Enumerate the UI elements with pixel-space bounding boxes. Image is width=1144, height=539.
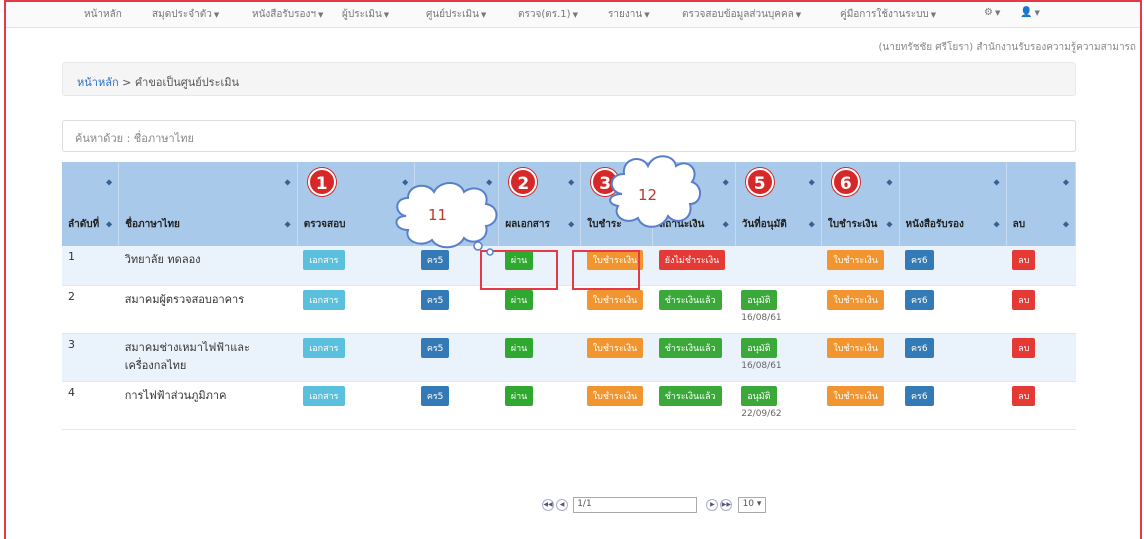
approve-button[interactable]: อนุมัติ [741, 289, 777, 310]
sort-icon[interactable]: ◆ [285, 178, 291, 187]
sort-icon[interactable]: ◆ [568, 178, 574, 187]
sort-icon[interactable]: ◆ [886, 178, 892, 187]
document-button[interactable]: เอกสาร [303, 385, 345, 406]
first-page-icon[interactable]: ◀◀ [542, 499, 554, 511]
pagination: ◀◀ ◀ 1/1 ▶ ▶▶ 10 ▾ [542, 497, 767, 513]
breadcrumb-home[interactable]: หน้าหลัก [77, 76, 119, 89]
next-page-icon[interactable]: ▶ [706, 499, 719, 511]
table-row: 4 การไฟฟ้าส่วนภูมิภาค เอกสาร คร5 ผ่าน ใบ… [62, 381, 1076, 430]
nav-assessors[interactable]: ผู้ประเมิน ▼ [342, 7, 389, 22]
table-row: 2 สมาคมผู้ตรวจสอบอาคาร เอกสาร คร5 ผ่าน ใ… [62, 285, 1076, 334]
user-icon[interactable]: 👤 ▼ [1020, 7, 1040, 18]
step-badge: 2 [509, 168, 538, 196]
pass-button[interactable]: ผ่าน [504, 337, 534, 358]
nav-manual[interactable]: คู่มือการใช้งานระบบ ▼ [840, 7, 936, 22]
kr5-button[interactable]: คร5 [420, 289, 450, 310]
approve-button[interactable]: อนุมัติ [741, 337, 777, 358]
header-delete[interactable]: ลบ ◆ [1006, 202, 1077, 246]
table-row: 3 สมาคมช่างเหมาไฟฟ้าและเครื่องกลไทย เอกส… [62, 333, 1076, 382]
callout-label: 11 [428, 206, 448, 224]
header-approve-date[interactable]: วันที่อนุมัติ ◆ [735, 202, 822, 246]
top-navbar: หน้าหลัก สมุดประจำตัว ▼ หนังสือรับรองฯ ▼ ผ… [6, 2, 1140, 28]
user-info: (นายทรัชชัย ศรีโยรา) สำนักงานรับรองความร… [878, 42, 1136, 53]
step-badge: 1 [307, 168, 336, 196]
bill-button[interactable]: ใบชำระเงิน [586, 385, 644, 406]
payment-status-button[interactable]: ชำระเงินแล้ว [658, 289, 722, 310]
payment-status-button[interactable]: ยังไม่ชำระเงิน [658, 250, 726, 270]
table-row: 1 วิทยาลัย ทดลอง เอกสาร คร5 ผ่าน ใบชำระเ… [62, 246, 1076, 286]
payment-slip-button[interactable]: ใบชำระเงิน [827, 385, 884, 406]
approve-date: 16/08/61 [741, 360, 782, 371]
header-certificate[interactable]: หนังสือรับรอง ◆ [899, 202, 1007, 246]
pass-button[interactable]: ผ่าน [504, 385, 534, 406]
nav-assessment-centers[interactable]: ศูนย์ประเมิน ▼ [426, 7, 486, 22]
header-payment-slip[interactable]: ใบชำระเงิน ◆ [821, 202, 900, 246]
breadcrumb: หน้าหลัก > คำขอเป็นศูนย์ประเมิน [62, 62, 1076, 96]
gear-icon[interactable]: ⚙ ▼ [984, 7, 1000, 18]
sort-icon[interactable]: ◆ [1063, 178, 1069, 187]
last-page-icon[interactable]: ▶▶ [720, 499, 733, 511]
sort-icon[interactable]: ◆ [809, 178, 815, 187]
search-input[interactable]: ค้นหาด้วย : ชื่อภาษาไทย [62, 120, 1076, 152]
breadcrumb-current: คำขอเป็นศูนย์ประเมิน [134, 76, 240, 89]
approve-date: 16/08/61 [741, 312, 782, 323]
document-button[interactable]: เอกสาร [303, 250, 345, 270]
payment-slip-button[interactable]: ใบชำระเงิน [827, 289, 884, 310]
sort-icon[interactable]: ◆ [106, 178, 112, 187]
header-no[interactable]: ลำดับที่ ◆ [62, 202, 120, 246]
nav-certificates[interactable]: หนังสือรับรองฯ ▼ [252, 7, 323, 22]
nav-personal-data[interactable]: ตรวจสอบข้อมูลส่วนบุคคล ▼ [682, 7, 801, 22]
center-requests-table: ◆ ◆ 1 ◆ ◆ 2 ◆ 3 ◆ 5 ◆ 6 ◆ ◆ ◆ ลำดับที่ ◆ ชื่อ… [62, 162, 1077, 430]
bill-button[interactable]: ใบชำระเงิน [586, 337, 644, 358]
kr5-button[interactable]: คร5 [420, 385, 450, 406]
delete-button[interactable]: ลบ [1012, 289, 1036, 310]
sort-icon[interactable]: ◆ [993, 178, 999, 187]
nav-profile-book[interactable]: สมุดประจำตัว ▼ [152, 7, 219, 22]
nav-home[interactable]: หน้าหลัก [84, 7, 122, 22]
kr6-button[interactable]: คร6 [905, 385, 934, 406]
callout-label: 12 [638, 186, 658, 204]
sort-icon[interactable]: ◆ [723, 178, 729, 187]
delete-button[interactable]: ลบ [1012, 385, 1036, 406]
prev-page-icon[interactable]: ◀ [556, 499, 568, 511]
kr6-button[interactable]: คร6 [905, 250, 934, 270]
document-button[interactable]: เอกสาร [303, 337, 345, 358]
bill-button[interactable]: ใบชำระเงิน [586, 289, 644, 310]
approve-date: 22/09/62 [741, 408, 782, 419]
page-input[interactable]: 1/1 [573, 497, 698, 513]
kr5-button[interactable]: คร5 [420, 337, 450, 358]
delete-button[interactable]: ลบ [1012, 337, 1036, 358]
approve-button[interactable]: อนุมัติ [741, 385, 777, 406]
document-button[interactable]: เอกสาร [303, 289, 345, 310]
nav-inspection[interactable]: ตรวจ(ตร.1) ▼ [518, 7, 578, 22]
highlight-box [572, 250, 640, 290]
per-page-select[interactable]: 10 ▾ [737, 497, 767, 513]
payment-status-button[interactable]: ชำระเงินแล้ว [658, 337, 722, 358]
nav-reports[interactable]: รายงาน ▼ [608, 7, 650, 22]
payment-status-button[interactable]: ชำระเงินแล้ว [658, 385, 722, 406]
kr6-button[interactable]: คร6 [905, 337, 934, 358]
delete-button[interactable]: ลบ [1012, 250, 1036, 270]
step-badge: 5 [745, 168, 774, 196]
kr6-button[interactable]: คร6 [905, 289, 934, 310]
pass-button[interactable]: ผ่าน [504, 289, 534, 310]
payment-slip-button[interactable]: ใบชำระเงิน [827, 337, 884, 358]
header-doc-result[interactable]: ผลเอกสาร ◆ [498, 202, 582, 246]
step-badge: 6 [831, 168, 860, 196]
header-name[interactable]: ชื่อภาษาไทย ◆ [118, 202, 298, 246]
payment-slip-button[interactable]: ใบชำระเงิน [827, 250, 884, 270]
